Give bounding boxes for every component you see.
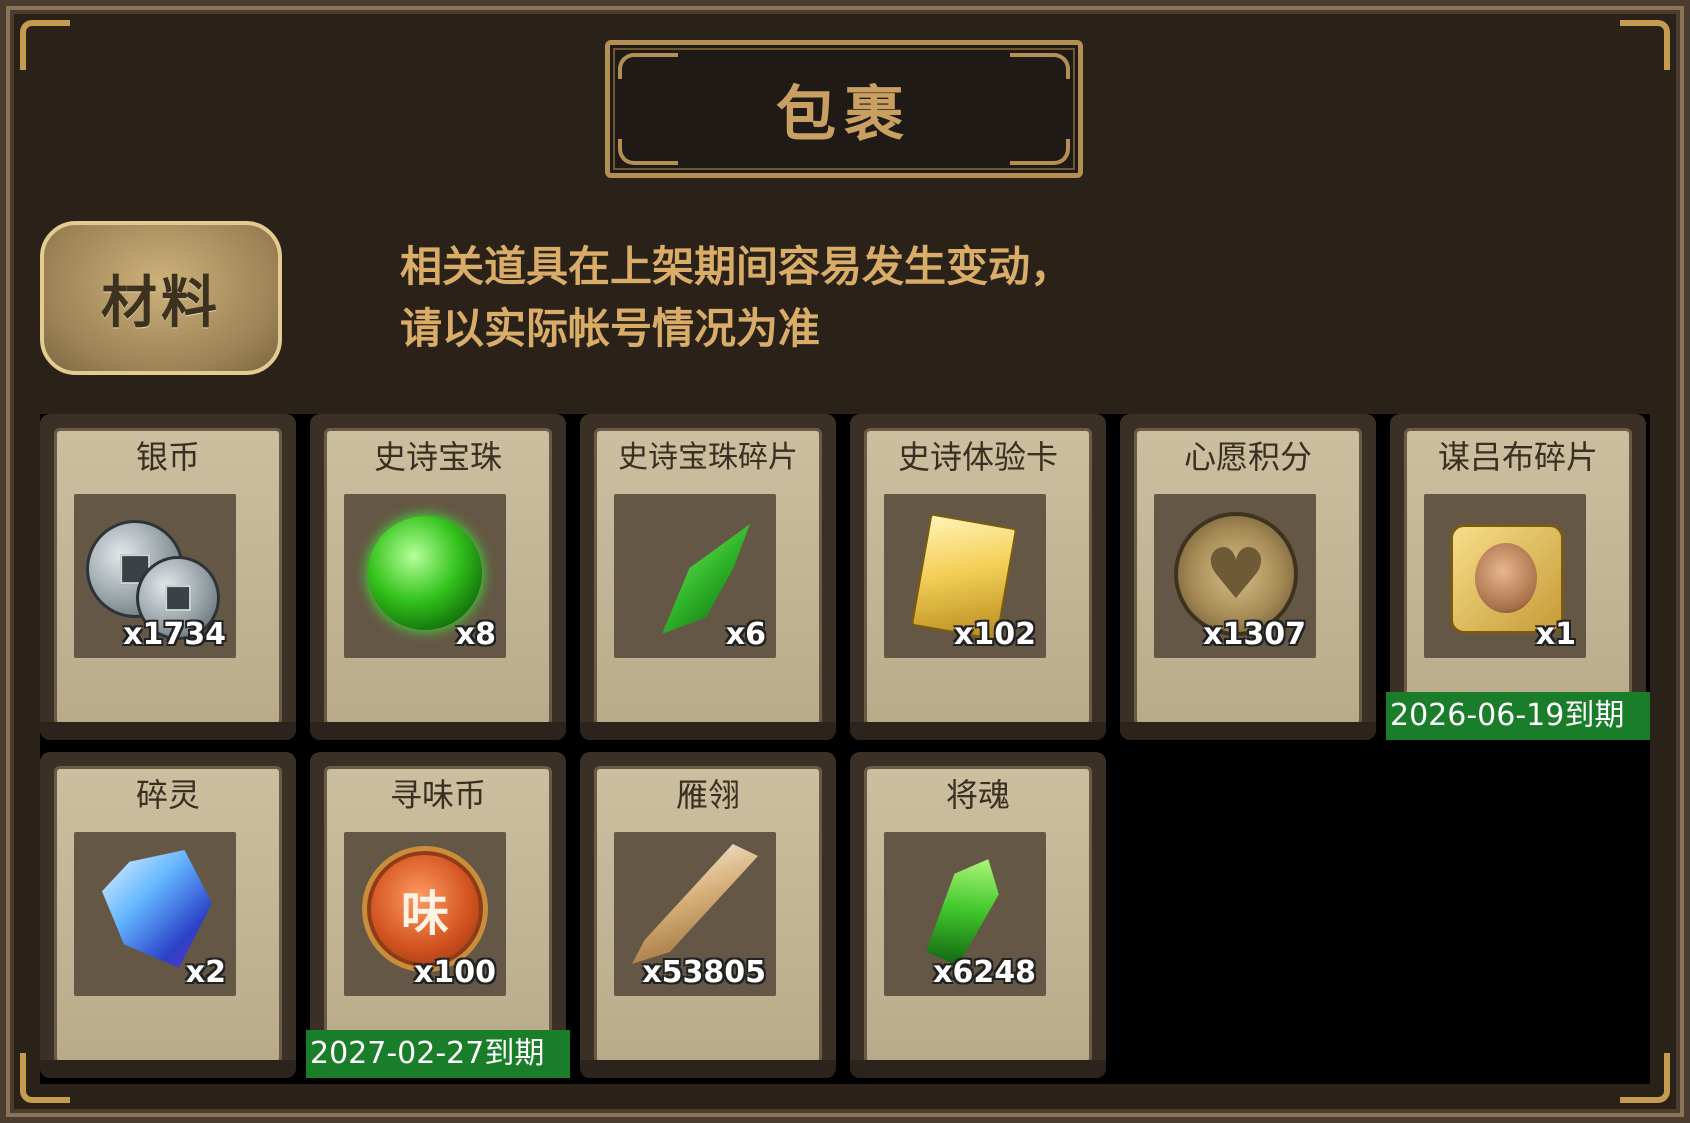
item-quantity: x100: [414, 955, 496, 990]
item-quantity: x6248: [933, 955, 1036, 990]
tab-materials-label: 材料: [101, 270, 221, 336]
item-card-epic-orb-shard[interactable]: 史诗宝珠碎片 x6: [580, 414, 836, 740]
expiry-badge: 2027-02-27到期: [306, 1030, 570, 1078]
item-name: 谋吕布碎片: [1437, 438, 1598, 476]
item-card-fragment-spirit[interactable]: 碎灵 x2: [40, 752, 296, 1078]
title-plate: 包裹: [605, 40, 1083, 178]
item-name: 寻味币: [389, 776, 486, 814]
item-name: 雁翎: [675, 776, 740, 814]
item-name: 史诗体验卡: [897, 438, 1058, 476]
corner-ornament: [1620, 20, 1670, 70]
flavor-coin-icon: 味: [362, 846, 488, 972]
item-quantity: x1: [1535, 617, 1576, 652]
item-quantity: x8: [455, 617, 496, 652]
item-name: 银币: [135, 438, 200, 476]
green-orb-icon: [368, 516, 482, 630]
item-quantity: x53805: [642, 955, 766, 990]
flavor-coin-glyph: 味: [400, 886, 449, 942]
item-quantity: x1307: [1203, 617, 1306, 652]
item-card-flavor-coin[interactable]: 寻味币 味 x100 2027-02-27到期: [306, 752, 570, 1078]
notice-text: 相关道具在上架期间容易发生变动， 请以实际帐号情况为准: [400, 236, 1220, 360]
notice-line-2: 请以实际帐号情况为准: [400, 304, 821, 353]
window-title: 包裹: [776, 79, 912, 150]
item-quantity: x1734: [123, 617, 226, 652]
item-name: 将魂: [945, 776, 1010, 814]
item-quantity: x6: [725, 617, 766, 652]
item-name: 史诗宝珠碎片: [618, 440, 798, 475]
crystal-puzzle-icon: [102, 850, 212, 968]
expiry-badge: 2026-06-19到期: [1386, 692, 1650, 740]
item-card-silver-coin[interactable]: 银币 x1734: [40, 414, 296, 740]
heart-icon: ♥: [1204, 533, 1268, 615]
item-name: 史诗宝珠: [373, 438, 502, 476]
item-card-epic-orb[interactable]: 史诗宝珠 x8: [310, 414, 566, 740]
item-name: 心愿积分: [1183, 438, 1312, 476]
item-card-wish-points[interactable]: 心愿积分 ♥ x1307: [1120, 414, 1376, 740]
item-card-lubu-shard[interactable]: 谋吕布碎片 x1 2026-06-19到期: [1386, 414, 1650, 740]
item-card-epic-trial-card[interactable]: 史诗体验卡 x102: [850, 414, 1106, 740]
notice-line-1: 相关道具在上架期间容易发生变动，: [400, 242, 1073, 291]
item-quantity: x102: [954, 617, 1036, 652]
hero-portrait-icon: [1475, 543, 1537, 613]
item-card-general-soul[interactable]: 将魂 x6248: [850, 752, 1106, 1078]
item-card-goose-feather[interactable]: 雁翎 x53805: [580, 752, 836, 1078]
corner-ornament: [20, 20, 70, 70]
tab-materials[interactable]: 材料: [40, 221, 282, 375]
item-grid: 银币 x1734 史诗宝珠 x8 史诗宝珠碎片 x6 史诗体验卡 x102 心愿…: [40, 414, 1650, 1084]
feather-icon: [632, 844, 758, 964]
item-quantity: x2: [185, 955, 226, 990]
item-name: 碎灵: [135, 776, 200, 814]
